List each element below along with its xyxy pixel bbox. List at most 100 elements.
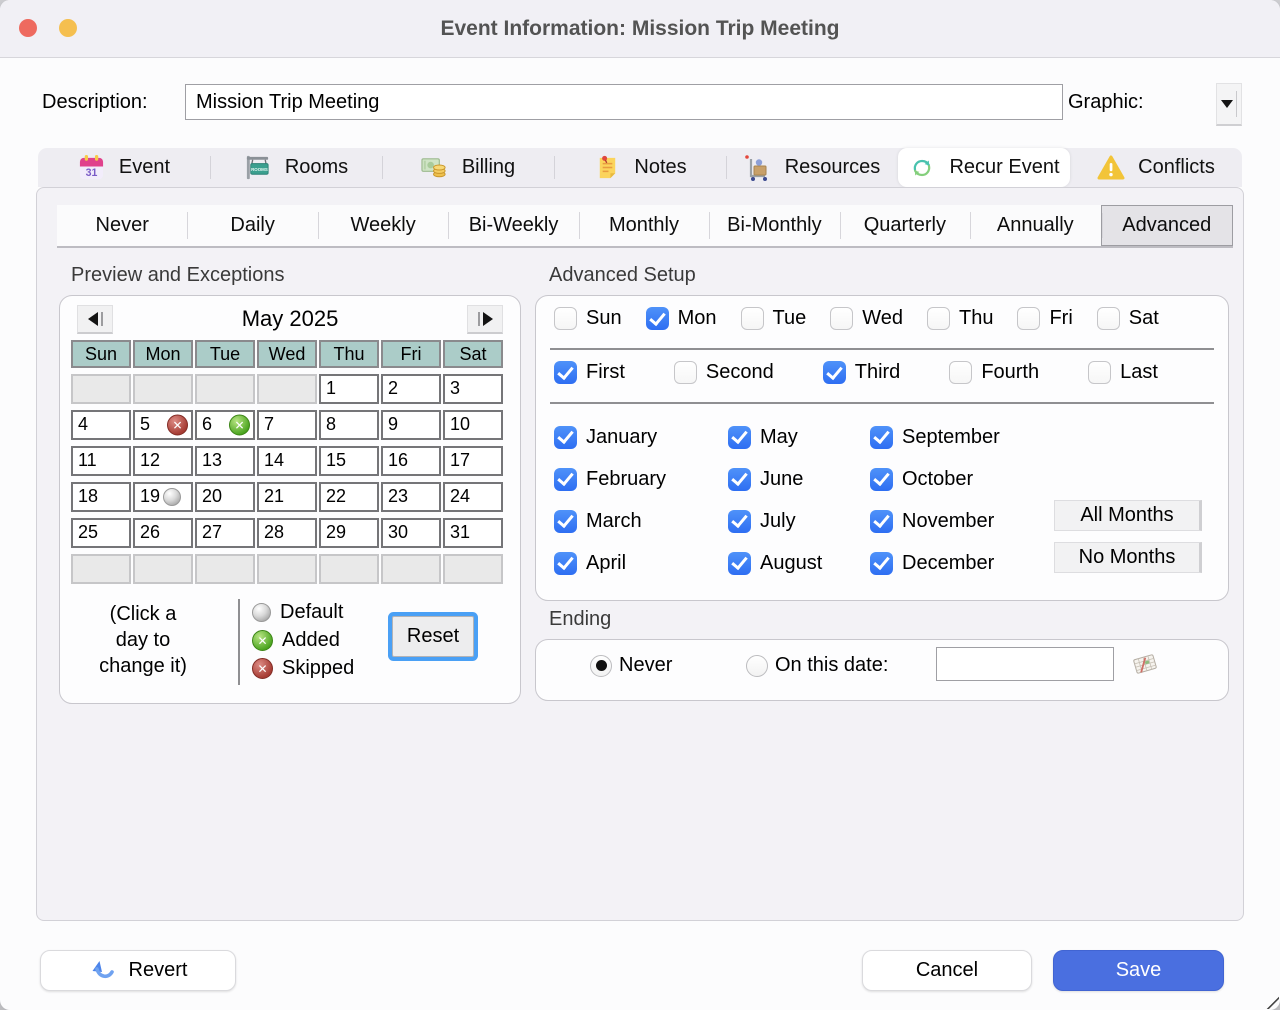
calendar-day-cell[interactable]: 8 xyxy=(319,410,379,440)
calendar-day-cell[interactable]: 17 xyxy=(443,446,503,476)
ordinal-checkbox-fourth[interactable]: Fourth xyxy=(949,361,1039,384)
ending-date-input[interactable] xyxy=(936,647,1114,681)
ending-never-radio[interactable]: Never xyxy=(590,654,672,677)
calendar-day-cell[interactable]: 26 xyxy=(133,518,193,548)
ending-on-date-radio[interactable]: On this date: xyxy=(746,654,888,677)
ordinal-checkbox-third[interactable]: Third xyxy=(823,361,901,384)
minimize-button[interactable] xyxy=(59,19,77,37)
calendar-day-cell[interactable]: 15 xyxy=(319,446,379,476)
month-checkbox-december[interactable]: December xyxy=(870,552,1000,575)
month-checkbox-may[interactable]: May xyxy=(728,426,870,449)
month-checkbox-february[interactable]: February xyxy=(554,468,728,491)
recurrence-tab-daily[interactable]: Daily xyxy=(187,205,317,246)
ending-group-label: Ending xyxy=(549,608,611,631)
calendar-empty-cell xyxy=(195,554,255,584)
tab-notes[interactable]: Notes xyxy=(554,148,726,187)
svg-text:31: 31 xyxy=(86,167,98,179)
tab-recur-event[interactable]: Recur Event xyxy=(898,148,1070,187)
calendar-day-cell[interactable]: 11 xyxy=(71,446,131,476)
calendar-day-cell[interactable]: 7 xyxy=(257,410,317,440)
calendar-day-cell[interactable]: 14 xyxy=(257,446,317,476)
cancel-button[interactable]: Cancel xyxy=(862,950,1032,991)
date-picker-button[interactable] xyxy=(1130,650,1160,678)
recurrence-tab-advanced[interactable]: Advanced xyxy=(1101,205,1233,246)
window-resize-grip[interactable] xyxy=(1265,995,1279,1009)
calendar-empty-cell xyxy=(381,554,441,584)
calendar-day-cell[interactable]: 25 xyxy=(71,518,131,548)
weekday-checkbox-sun[interactable]: Sun xyxy=(554,307,622,330)
calendar-day-cell[interactable]: 1 xyxy=(319,374,379,404)
month-checkbox-march[interactable]: March xyxy=(554,510,728,533)
calendar-day-cell[interactable]: 5✕ xyxy=(133,410,193,440)
ordinal-checkbox-first[interactable]: First xyxy=(554,361,625,384)
calendar-day-cell[interactable]: 30 xyxy=(381,518,441,548)
calendar-day-cell[interactable]: 24 xyxy=(443,482,503,512)
preview-group-label: Preview and Exceptions xyxy=(71,264,284,287)
weekday-checkbox-mon[interactable]: Mon xyxy=(646,307,717,330)
calendar-day-cell[interactable]: 6✕ xyxy=(195,410,255,440)
money-icon xyxy=(421,154,449,182)
calendar-day-cell[interactable]: 12 xyxy=(133,446,193,476)
day-header: Mon xyxy=(133,340,193,368)
calendar-day-cell[interactable]: 9 xyxy=(381,410,441,440)
calendar-day-cell[interactable]: 10 xyxy=(443,410,503,440)
calendar-empty-cell xyxy=(319,554,379,584)
calendar-day-cell[interactable]: 18 xyxy=(71,482,131,512)
recurrence-tab-bimonthly[interactable]: Bi-Monthly xyxy=(709,205,839,246)
recurrence-tab-weekly[interactable]: Weekly xyxy=(318,205,448,246)
calendar-day-cell[interactable]: 13 xyxy=(195,446,255,476)
month-checkbox-april[interactable]: April xyxy=(554,552,728,575)
weekday-checkbox-thu[interactable]: Thu xyxy=(927,307,993,330)
calendar-day-cell[interactable]: 27 xyxy=(195,518,255,548)
recurrence-tab-biweekly[interactable]: Bi-Weekly xyxy=(448,205,578,246)
checkbox-box xyxy=(1017,307,1040,330)
month-checkbox-july[interactable]: July xyxy=(728,510,870,533)
calendar-day-cell[interactable]: 21 xyxy=(257,482,317,512)
checkbox-label: Last xyxy=(1120,361,1158,384)
recurrence-tab-annually[interactable]: Annually xyxy=(970,205,1100,246)
calendar-day-cell[interactable]: 3 xyxy=(443,374,503,404)
save-button[interactable]: Save xyxy=(1053,950,1224,991)
month-checkbox-october[interactable]: October xyxy=(870,468,1000,491)
recurrence-tab-quarterly[interactable]: Quarterly xyxy=(840,205,970,246)
recurrence-tab-never[interactable]: Never xyxy=(57,205,187,246)
reset-button[interactable]: Reset xyxy=(392,616,474,657)
month-checkbox-august[interactable]: August xyxy=(728,552,870,575)
calendar-day-cell[interactable]: 22 xyxy=(319,482,379,512)
ordinal-checkbox-last[interactable]: Last xyxy=(1088,361,1158,384)
month-checkbox-january[interactable]: January xyxy=(554,426,728,449)
description-input[interactable] xyxy=(185,84,1063,120)
month-checkbox-september[interactable]: September xyxy=(870,426,1000,449)
close-button[interactable] xyxy=(19,19,37,37)
tab-event[interactable]: 31 Event xyxy=(38,148,210,187)
next-month-button[interactable] xyxy=(467,305,503,334)
tab-conflicts[interactable]: Conflicts xyxy=(1070,148,1242,187)
calendar-day-cell[interactable]: 16 xyxy=(381,446,441,476)
month-checkbox-november[interactable]: November xyxy=(870,510,1000,533)
weekday-checkbox-sat[interactable]: Sat xyxy=(1097,307,1159,330)
tab-rooms[interactable]: ROOMS Rooms xyxy=(210,148,382,187)
weekday-checkbox-tue[interactable]: Tue xyxy=(741,307,807,330)
calendar-day-cell[interactable]: 2 xyxy=(381,374,441,404)
no-months-button[interactable]: No Months xyxy=(1054,542,1202,573)
weekday-checkbox-wed[interactable]: Wed xyxy=(830,307,903,330)
calendar-day-cell[interactable]: 4 xyxy=(71,410,131,440)
all-months-button[interactable]: All Months xyxy=(1054,500,1202,531)
calendar-day-cell[interactable]: 20 xyxy=(195,482,255,512)
calendar-day-cell[interactable]: 28 xyxy=(257,518,317,548)
tab-billing[interactable]: Billing xyxy=(382,148,554,187)
ordinal-checkbox-second[interactable]: Second xyxy=(674,361,774,384)
recurrence-tab-monthly[interactable]: Monthly xyxy=(579,205,709,246)
calendar-day-cell[interactable]: 23 xyxy=(381,482,441,512)
month-checkbox-june[interactable]: June xyxy=(728,468,870,491)
revert-button[interactable]: Revert xyxy=(40,950,236,991)
calendar-day-cell[interactable]: 19 xyxy=(133,482,193,512)
added-icon: ✕ xyxy=(252,630,273,651)
recur-arrows-icon xyxy=(908,154,936,182)
calendar-day-cell[interactable]: 29 xyxy=(319,518,379,548)
graphic-dropdown-button[interactable] xyxy=(1216,83,1242,126)
day-header: Fri xyxy=(381,340,441,368)
tab-resources[interactable]: Resources xyxy=(726,148,898,187)
calendar-day-cell[interactable]: 31 xyxy=(443,518,503,548)
weekday-checkbox-fri[interactable]: Fri xyxy=(1017,307,1072,330)
